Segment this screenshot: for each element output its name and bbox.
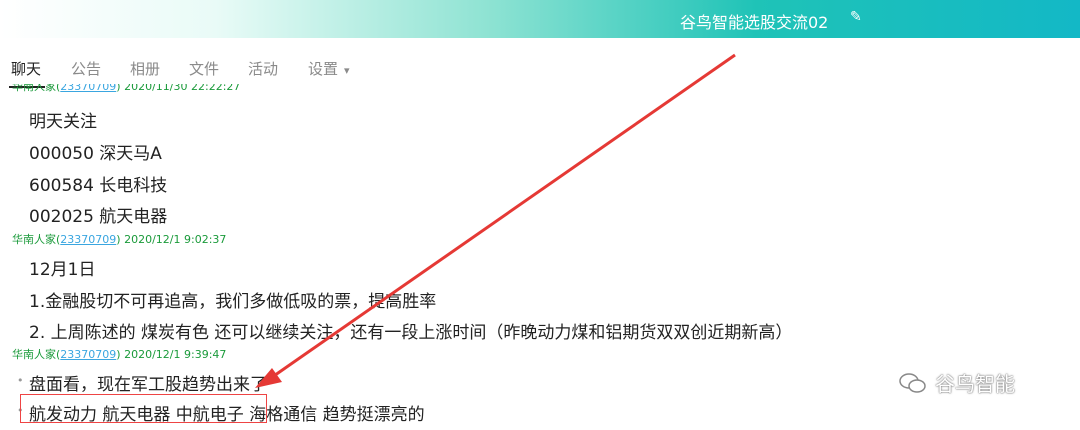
watermark-text: 谷鸟智能 [935, 372, 1015, 396]
annotation-arrow [255, 53, 736, 388]
arrow-line [267, 53, 736, 382]
arrow-head [255, 368, 282, 388]
wechat-icon [899, 373, 926, 393]
